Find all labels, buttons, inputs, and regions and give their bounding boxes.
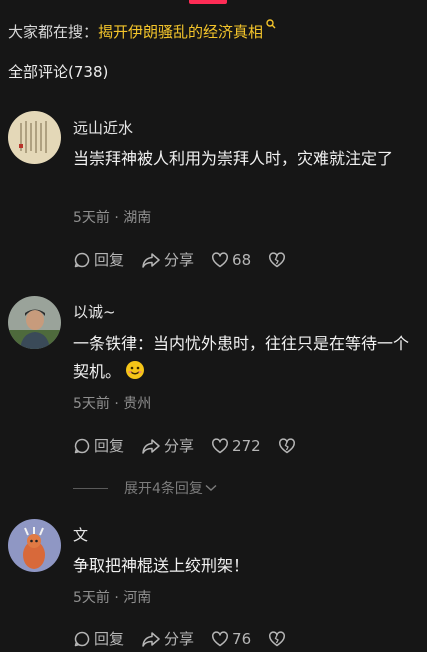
dislike-button[interactable] — [268, 251, 286, 269]
dislike-broken-heart-icon — [269, 630, 286, 646]
search-prefix: 大家都在搜： — [8, 23, 99, 41]
dislike-button[interactable] — [268, 630, 286, 648]
reply-icon — [74, 252, 90, 267]
like-button[interactable]: 76 — [211, 630, 251, 648]
like-button[interactable]: 68 — [211, 251, 251, 269]
avatar[interactable] — [8, 111, 61, 164]
chevron-down-icon — [205, 484, 217, 491]
share-label: 分享 — [164, 630, 195, 648]
reply-icon — [74, 438, 90, 453]
like-button[interactable]: 272 — [211, 437, 261, 455]
comment-username[interactable]: 文 — [73, 524, 88, 545]
share-button[interactable]: 分享 — [141, 435, 194, 456]
comment-meta: 5天前 · 河南 — [73, 590, 152, 606]
reply-button[interactable]: 回复 — [73, 435, 124, 456]
comment-actions: 回复 分享 68 — [73, 249, 303, 270]
reply-label: 回复 — [94, 630, 125, 648]
comment-text: 当崇拜神被人利用为崇拜人时，灾难就注定了 — [73, 149, 394, 168]
expand-replies-label: 展开4条回复 — [124, 481, 203, 497]
reply-button[interactable]: 回复 — [73, 628, 124, 649]
smile-emoji — [126, 361, 145, 379]
share-label: 分享 — [164, 437, 195, 455]
like-count: 272 — [232, 436, 261, 455]
comment-actions: 回复 分享 76 — [73, 628, 303, 649]
avatar[interactable] — [8, 519, 61, 572]
divider — [73, 487, 108, 489]
comment-username[interactable]: 远山近水 — [73, 117, 133, 138]
comment-text-content: 一条铁律：当内忧外患时，往往只是在等待一个契机。 — [73, 334, 410, 381]
like-heart-icon — [212, 251, 228, 267]
search-icon[interactable] — [266, 14, 276, 34]
comment-text: 争取把神棍送上绞刑架！ — [73, 556, 250, 575]
like-count: 68 — [232, 250, 252, 269]
reply-button[interactable]: 回复 — [73, 249, 124, 270]
reply-icon — [74, 631, 90, 646]
dislike-broken-heart-icon — [269, 251, 286, 267]
comment-meta: 5天前 · 湖南 — [73, 210, 152, 226]
comment-count: 全部评论(738) — [8, 63, 109, 81]
comment-actions: 回复 分享 272 — [73, 435, 313, 456]
dislike-button[interactable] — [278, 437, 296, 455]
like-count: 76 — [232, 629, 252, 648]
share-icon — [142, 438, 160, 454]
search-suggestion[interactable]: 大家都在搜：揭开伊朗骚乱的经济真相 — [8, 19, 419, 42]
avatar[interactable] — [8, 296, 61, 349]
top-tab-indicator — [189, 0, 227, 4]
share-icon — [142, 631, 160, 647]
search-term-link[interactable]: 揭开伊朗骚乱的经济真相 — [98, 23, 263, 41]
expand-replies-button[interactable]: 展开4条回复 — [73, 478, 217, 498]
comment-username[interactable]: 以诚~ — [73, 301, 116, 322]
share-button[interactable]: 分享 — [141, 249, 194, 270]
share-label: 分享 — [164, 251, 195, 269]
like-heart-icon — [212, 437, 228, 453]
dislike-broken-heart-icon — [278, 437, 295, 453]
like-heart-icon — [212, 630, 228, 646]
reply-label: 回复 — [94, 251, 125, 269]
reply-label: 回复 — [94, 437, 125, 455]
comment-text: 一条铁律：当内忧外患时，往往只是在等待一个契机。 — [73, 330, 413, 386]
share-icon — [142, 252, 160, 268]
comment-meta: 5天前 · 贵州 — [73, 396, 152, 412]
share-button[interactable]: 分享 — [141, 628, 194, 649]
